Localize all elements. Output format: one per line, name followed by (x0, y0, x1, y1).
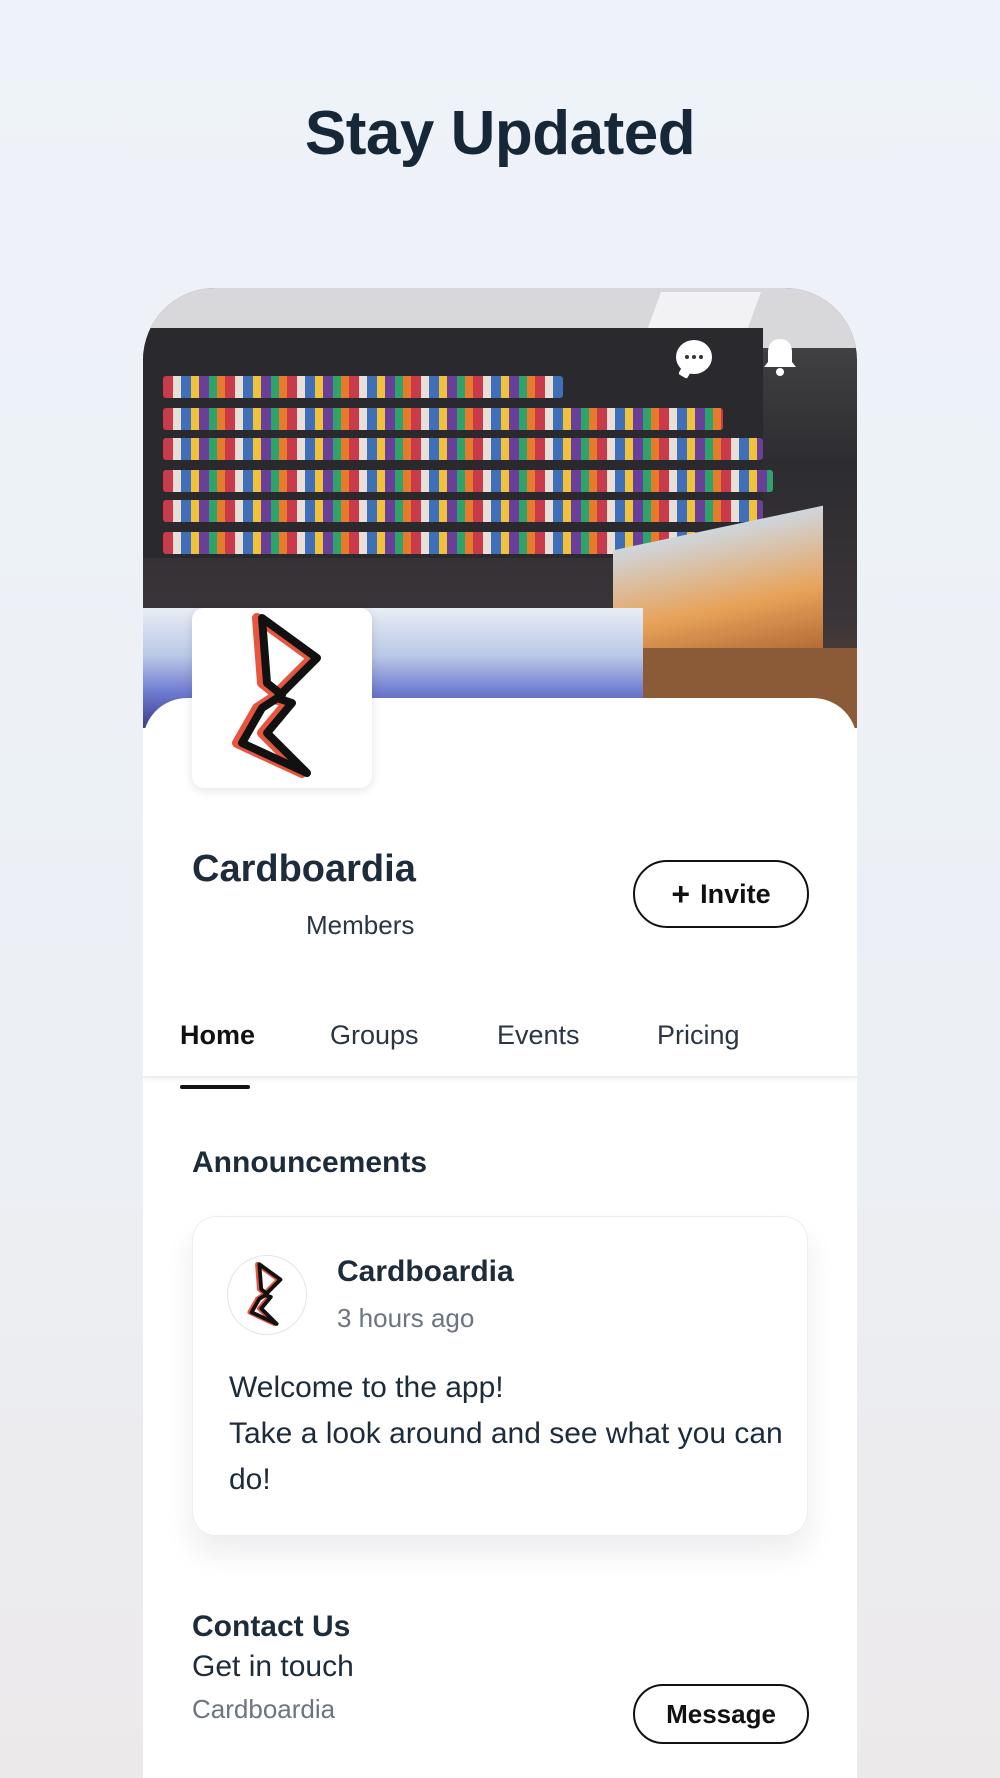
members-count[interactable]: Members (306, 910, 414, 941)
phone-screen: Cardboardia Members + Invite Home Groups… (143, 288, 857, 1778)
post-line: Welcome to the app! (229, 1371, 504, 1404)
tab-home[interactable]: Home (180, 1020, 255, 1051)
message-button[interactable]: Message (633, 1684, 809, 1744)
tab-bar: Home Groups Events Pricing (143, 988, 857, 1078)
invite-label: Invite (700, 878, 771, 909)
contact-title: Contact Us (192, 1610, 351, 1643)
contact-name: Cardboardia (192, 1694, 336, 1724)
plus-icon: + (671, 876, 691, 912)
page-headline: Stay Updated (304, 99, 696, 168)
avatar[interactable] (227, 1255, 307, 1335)
invite-button[interactable]: + Invite (633, 860, 809, 928)
announcements-title: Announcements (192, 1146, 428, 1179)
post-author[interactable]: Cardboardia (337, 1255, 514, 1289)
contact-subtitle: Get in touch (192, 1650, 354, 1683)
tab-events[interactable]: Events (497, 1020, 580, 1051)
tab-pricing[interactable]: Pricing (657, 1020, 740, 1051)
post-line: Take a look around and see what you can … (229, 1417, 783, 1496)
community-logo (192, 608, 372, 788)
announcement-card[interactable]: Cardboardia 3 hours ago Welcome to the a… (192, 1216, 808, 1536)
post-body: Welcome to the app! Take a look around a… (229, 1365, 789, 1503)
community-name: Cardboardia (192, 848, 416, 890)
bell-icon[interactable] (757, 334, 803, 380)
active-tab-indicator (180, 1085, 250, 1089)
post-timestamp: 3 hours ago (337, 1303, 475, 1333)
tab-groups[interactable]: Groups (330, 1020, 419, 1051)
chat-icon[interactable] (671, 334, 717, 380)
